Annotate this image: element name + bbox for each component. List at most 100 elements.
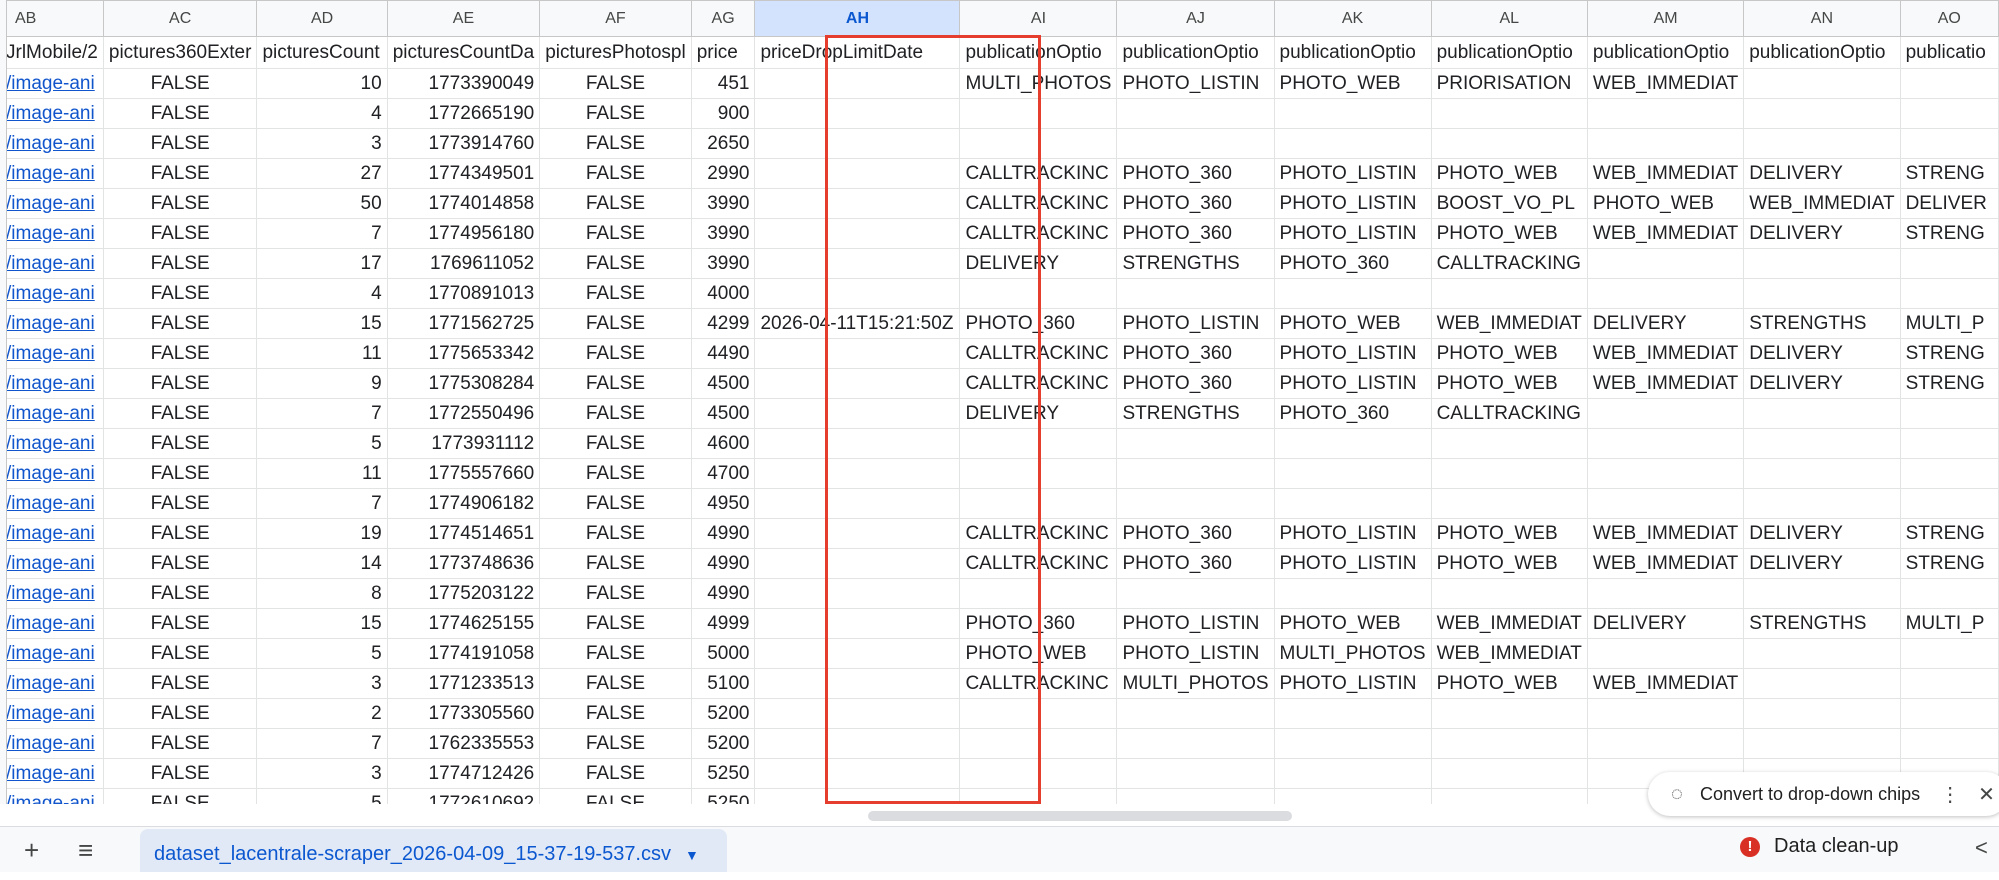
cell-ae[interactable]: 1774712426: [386, 758, 541, 789]
cell-aj[interactable]: PHOTO_LISTIN: [1116, 308, 1275, 339]
cell-ak[interactable]: PHOTO_LISTIN: [1273, 158, 1432, 189]
cell-ao[interactable]: STRENG: [1899, 218, 1999, 249]
cell-ad[interactable]: 10: [256, 68, 388, 99]
cell-al[interactable]: [1430, 458, 1588, 489]
cell-ad[interactable]: 3: [256, 668, 388, 699]
cell-al[interactable]: PHOTO_WEB: [1430, 668, 1588, 699]
cell-aj[interactable]: PHOTO_360: [1116, 218, 1275, 249]
cell-ak[interactable]: PHOTO_WEB: [1273, 68, 1432, 99]
column-header-af[interactable]: AF: [539, 0, 692, 37]
cell-ah[interactable]: [754, 398, 961, 429]
cell-ac[interactable]: FALSE: [102, 458, 258, 489]
column-header-ak[interactable]: AK: [1273, 0, 1432, 37]
cell-aj[interactable]: [1116, 278, 1275, 309]
all-sheets-button[interactable]: ≡: [78, 835, 93, 865]
cell-ah[interactable]: [754, 218, 961, 249]
cell-aj[interactable]: [1116, 728, 1275, 759]
cell-ae[interactable]: 1772665190: [386, 98, 541, 129]
cell-ak[interactable]: PHOTO_LISTIN: [1273, 218, 1432, 249]
cell-af[interactable]: FALSE: [539, 248, 692, 279]
cell-ac[interactable]: FALSE: [102, 638, 258, 669]
cell-an[interactable]: [1743, 488, 1901, 519]
cell-ai[interactable]: CALLTRACKINC: [959, 548, 1118, 579]
cell-ag[interactable]: 5200: [690, 728, 756, 759]
cell-am[interactable]: WEB_IMMEDIAT: [1586, 68, 1745, 99]
cell-ag[interactable]: 3990: [690, 188, 756, 219]
cell-ak[interactable]: MULTI_PHOTOS: [1273, 638, 1432, 669]
cell-ac[interactable]: FALSE: [102, 698, 258, 729]
cell-af[interactable]: FALSE: [539, 668, 692, 699]
cell-ai[interactable]: DELIVERY: [959, 248, 1118, 279]
cell-am[interactable]: [1586, 98, 1745, 129]
column-header-ah[interactable]: AH: [754, 0, 961, 37]
convert-to-chips-popup[interactable]: ◌ Convert to drop-down chips ⋮ ✕: [1648, 772, 1999, 816]
cell-an[interactable]: STRENGTHS: [1743, 308, 1901, 339]
cell-af[interactable]: FALSE: [539, 368, 692, 399]
cell-ag[interactable]: 4500: [690, 398, 756, 429]
cell-ad[interactable]: 15: [256, 608, 388, 639]
header-cell-ae[interactable]: picturesCountDa: [386, 36, 541, 69]
cell-ak[interactable]: [1273, 758, 1432, 789]
cell-ai[interactable]: DELIVERY: [959, 398, 1118, 429]
cell-ac[interactable]: FALSE: [102, 68, 258, 99]
cell-af[interactable]: FALSE: [539, 188, 692, 219]
cell-aj[interactable]: PHOTO_LISTIN: [1116, 608, 1275, 639]
cell-ae[interactable]: 1775557660: [386, 458, 541, 489]
url-link-cell[interactable]: /image-ani: [0, 578, 104, 609]
cell-af[interactable]: FALSE: [539, 488, 692, 519]
cell-an[interactable]: [1743, 248, 1901, 279]
cell-am[interactable]: DELIVERY: [1586, 608, 1745, 639]
sheet-tab[interactable]: dataset_lacentrale-scraper_2026-04-09_15…: [140, 829, 727, 872]
cell-ao[interactable]: [1899, 68, 1999, 99]
cell-al[interactable]: [1430, 758, 1588, 789]
cell-ae[interactable]: 1773748636: [386, 548, 541, 579]
cell-al[interactable]: [1430, 98, 1588, 129]
cell-ao[interactable]: [1899, 488, 1999, 519]
cell-ad[interactable]: 3: [256, 758, 388, 789]
url-link-cell[interactable]: /image-ani: [0, 218, 104, 249]
cell-al[interactable]: [1430, 278, 1588, 309]
column-header-aj[interactable]: AJ: [1116, 0, 1275, 37]
cell-ad[interactable]: 2: [256, 698, 388, 729]
cell-af[interactable]: FALSE: [539, 68, 692, 99]
column-header-ac[interactable]: AC: [102, 0, 258, 37]
cell-ak[interactable]: [1273, 578, 1432, 609]
cell-ak[interactable]: PHOTO_360: [1273, 398, 1432, 429]
cell-ao[interactable]: DELIVER: [1899, 188, 1999, 219]
url-link-cell[interactable]: /image-ani: [0, 608, 104, 639]
cell-al[interactable]: CALLTRACKING: [1430, 398, 1588, 429]
cell-am[interactable]: [1586, 428, 1745, 459]
cell-am[interactable]: [1586, 248, 1745, 279]
add-sheet-button[interactable]: +: [24, 835, 39, 865]
cell-al[interactable]: CALLTRACKING: [1430, 248, 1588, 279]
cell-ao[interactable]: [1899, 728, 1999, 759]
cell-ai[interactable]: CALLTRACKINC: [959, 518, 1118, 549]
convert-to-chips-label[interactable]: Convert to drop-down chips: [1700, 784, 1920, 805]
cell-af[interactable]: FALSE: [539, 338, 692, 369]
cell-ao[interactable]: [1899, 398, 1999, 429]
cell-ah[interactable]: [754, 698, 961, 729]
cell-ag[interactable]: 4990: [690, 548, 756, 579]
cell-ac[interactable]: FALSE: [102, 368, 258, 399]
cell-ak[interactable]: [1273, 128, 1432, 159]
url-link-cell[interactable]: /image-ani: [0, 488, 104, 519]
cell-ah[interactable]: [754, 578, 961, 609]
cell-aj[interactable]: [1116, 128, 1275, 159]
cell-ag[interactable]: 5200: [690, 698, 756, 729]
cell-aj[interactable]: [1116, 578, 1275, 609]
cell-af[interactable]: FALSE: [539, 518, 692, 549]
cell-ah[interactable]: [754, 548, 961, 579]
cell-ag[interactable]: 4500: [690, 368, 756, 399]
header-cell-ak[interactable]: publicationOptio: [1273, 36, 1432, 69]
cell-ad[interactable]: 8: [256, 578, 388, 609]
cell-ai[interactable]: PHOTO_360: [959, 308, 1118, 339]
header-cell-ad[interactable]: picturesCount: [256, 36, 388, 69]
cell-an[interactable]: [1743, 458, 1901, 489]
cell-ao[interactable]: [1899, 638, 1999, 669]
cell-ac[interactable]: FALSE: [102, 308, 258, 339]
cell-ao[interactable]: [1899, 458, 1999, 489]
cell-ai[interactable]: [959, 488, 1118, 519]
cell-am[interactable]: [1586, 728, 1745, 759]
url-link-cell[interactable]: /image-ani: [0, 428, 104, 459]
cell-ag[interactable]: 2650: [690, 128, 756, 159]
